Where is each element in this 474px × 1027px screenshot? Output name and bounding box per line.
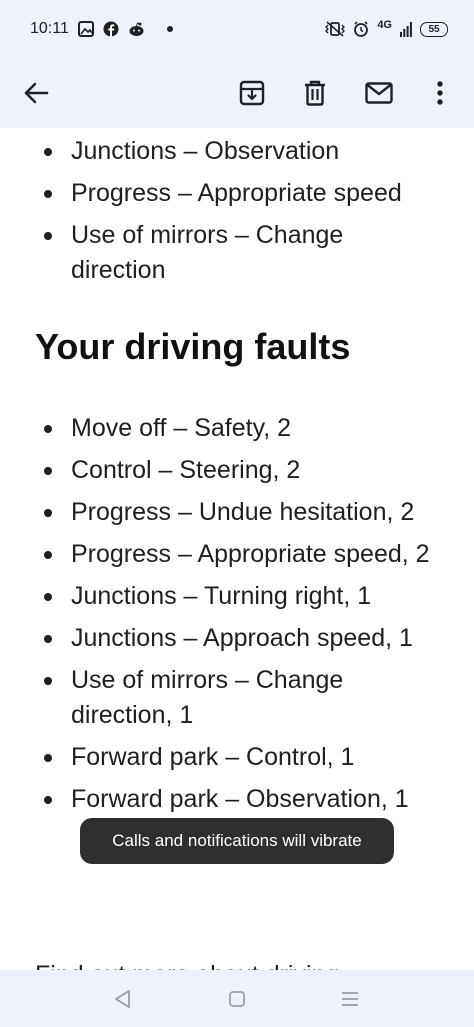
back-button[interactable]: [12, 69, 60, 117]
status-bar: 10:11 4G 55: [0, 0, 474, 58]
dot-icon: [154, 24, 176, 34]
list-item: Forward park – Observation, 1: [0, 782, 474, 817]
home-square-icon: [228, 990, 246, 1008]
more-options-button[interactable]: [416, 69, 464, 117]
toolbar: [0, 58, 474, 128]
photos-icon: [77, 21, 94, 37]
nav-back-button[interactable]: [107, 984, 137, 1014]
back-arrow-icon: [23, 81, 49, 105]
list-item: Move off – Safety, 2: [0, 411, 474, 446]
reddit-icon: [128, 21, 145, 37]
vibrate-icon: [325, 21, 346, 37]
battery-level: 55: [428, 23, 440, 35]
mark-unread-button[interactable]: [355, 69, 403, 117]
list-item: Forward park – Control, 1: [0, 740, 474, 775]
nav-home-button[interactable]: [222, 984, 252, 1014]
list-item: Junctions – Observation: [0, 134, 474, 169]
recents-lines-icon: [341, 991, 359, 1007]
list-item: Control – Steering, 2: [0, 453, 474, 488]
archive-button[interactable]: [228, 69, 276, 117]
archive-icon: [239, 80, 265, 106]
driving-faults-list: Move off – Safety, 2 Control – Steering,…: [0, 411, 474, 824]
list-item: Progress – Appropriate speed, 2: [0, 537, 474, 572]
back-triangle-icon: [113, 989, 131, 1009]
list-item: Use of mirrors – Change direction: [0, 218, 474, 288]
battery-icon: 55: [420, 21, 448, 37]
section-heading: Your driving faults: [35, 326, 351, 367]
delete-icon: [303, 80, 327, 106]
network-type: 4G: [377, 19, 392, 31]
list-item: Progress – Undue hesitation, 2: [0, 495, 474, 530]
facebook-icon: [103, 21, 119, 37]
clock: 10:11: [30, 20, 69, 37]
alarm-icon: [353, 21, 369, 37]
mark-unread-icon: [365, 82, 393, 104]
system-nav-bar: [0, 970, 474, 1027]
signal-icon: [400, 21, 412, 37]
vibrate-toast: Calls and notifications will vibrate: [80, 818, 394, 864]
list-item: Junctions – Turning right, 1: [0, 579, 474, 614]
nav-recents-button[interactable]: [335, 984, 365, 1014]
list-item: Use of mirrors – Change direction, 1: [0, 663, 474, 733]
more-vert-icon: [437, 81, 443, 105]
list-item: Junctions – Approach speed, 1: [0, 621, 474, 656]
list-item: Progress – Appropriate speed: [0, 176, 474, 211]
top-list: Junctions – Observation Progress – Appro…: [0, 134, 474, 295]
cut-off-paragraph: Find out more about driving: [35, 958, 339, 970]
delete-button[interactable]: [291, 69, 339, 117]
